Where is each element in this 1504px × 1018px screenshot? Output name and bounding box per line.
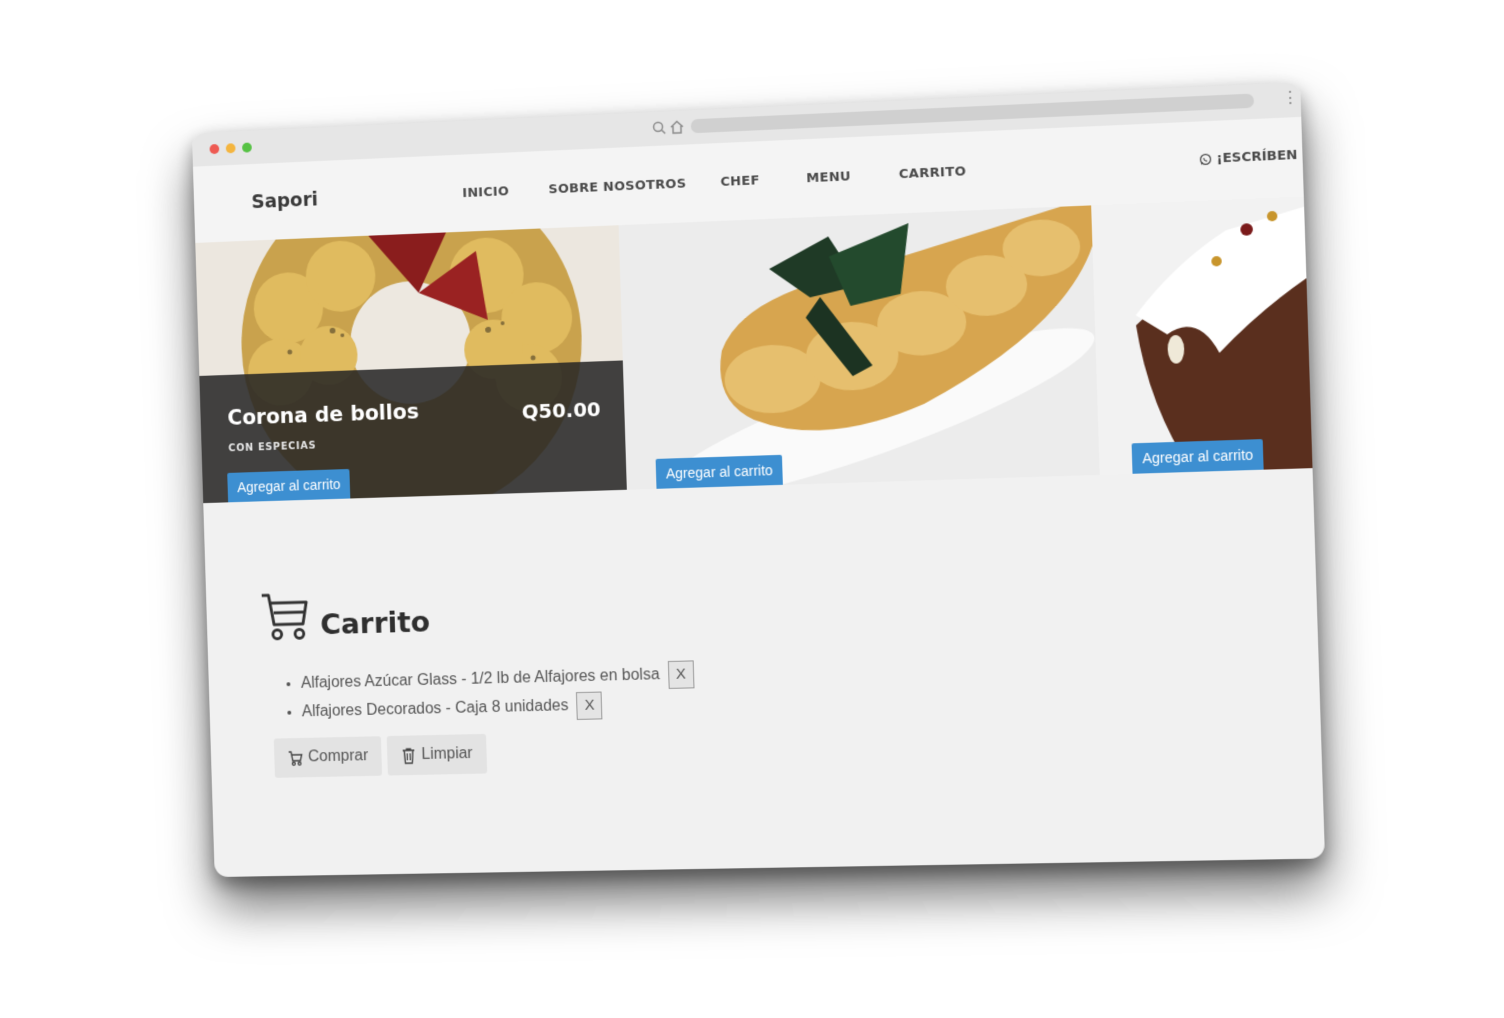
cart-section: Carrito Alfajores Azúcar Glass - 1/2 lb … xyxy=(260,572,957,807)
add-to-cart-button[interactable]: Agregar al carrito xyxy=(227,468,351,503)
nav-item-menu[interactable]: MENU xyxy=(806,169,851,186)
cart-item-label: Alfajores Decorados - Caja 8 unidades xyxy=(301,697,569,721)
product-price: Q50.00 xyxy=(521,397,601,424)
nav-item-carrito[interactable]: CARRITO xyxy=(899,164,967,182)
cart-heading: Carrito xyxy=(260,587,431,643)
whatsapp-contact-label: ¡ESCRÍBEN xyxy=(1216,147,1298,167)
cart-title: Carrito xyxy=(319,604,431,642)
clear-cart-button-label: Limpiar xyxy=(421,745,473,763)
screenshot-stage: ⋮ Sapori INICIO SOBRE NOSOTROS CHEF MENU… xyxy=(0,0,1504,1018)
close-window-button[interactable] xyxy=(209,143,220,155)
browser-window: ⋮ Sapori INICIO SOBRE NOSOTROS CHEF MENU… xyxy=(191,82,1326,878)
product-card: Corona de bollos Q50.00 CON ESPECIAS Agr… xyxy=(195,225,627,504)
trash-icon xyxy=(401,747,417,764)
bread-loaf-photo xyxy=(618,205,1100,490)
shopping-cart-icon xyxy=(260,590,310,642)
nav-item-chef[interactable]: CHEF xyxy=(720,173,760,190)
fruit-cake-photo xyxy=(1091,196,1313,475)
buy-button-label: Comprar xyxy=(307,747,369,766)
whatsapp-contact-link[interactable]: ¡ESCRÍBEN xyxy=(1199,148,1298,168)
product-carousel: Corona de bollos Q50.00 CON ESPECIAS Agr… xyxy=(195,196,1313,504)
add-to-cart-button[interactable]: Agregar al carrito xyxy=(655,454,784,489)
buy-button[interactable]: Comprar xyxy=(273,736,383,778)
brand-logo[interactable]: Sapori xyxy=(251,189,318,213)
product-card: Agregar al carrito xyxy=(618,205,1100,490)
remove-item-button[interactable]: X xyxy=(667,660,695,689)
nav-item-sobre-nosotros[interactable]: SOBRE NOSOTROS xyxy=(548,176,686,197)
cart-small-icon xyxy=(288,749,304,766)
maximize-window-button[interactable] xyxy=(242,142,252,153)
search-icon[interactable] xyxy=(651,119,667,136)
minimize-window-button[interactable] xyxy=(225,143,236,154)
clear-cart-button[interactable]: Limpiar xyxy=(386,733,487,776)
cart-actions: Comprar Limpiar xyxy=(273,733,487,778)
add-to-cart-button[interactable]: Agregar al carrito xyxy=(1131,439,1265,474)
whatsapp-icon xyxy=(1199,152,1213,166)
home-icon[interactable] xyxy=(669,119,685,136)
nav-item-inicio[interactable]: INICIO xyxy=(462,184,509,201)
cart-item-label: Alfajores Azúcar Glass - 1/2 lb de Alfaj… xyxy=(300,666,660,692)
cart-items-list: Alfajores Azúcar Glass - 1/2 lb de Alfaj… xyxy=(262,659,695,727)
product-card: Agregar al carrito xyxy=(1091,196,1313,475)
remove-item-button[interactable]: X xyxy=(576,691,603,720)
kebab-menu-icon[interactable]: ⋮ xyxy=(1282,89,1299,109)
